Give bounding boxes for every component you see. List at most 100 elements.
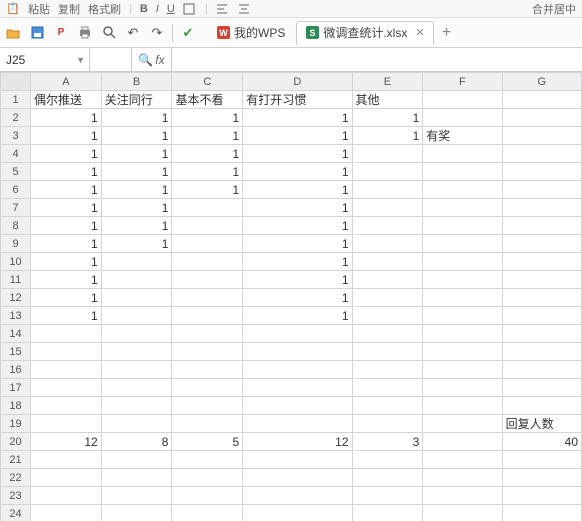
cell[interactable]: 1 xyxy=(172,145,243,163)
cell[interactable] xyxy=(352,181,423,199)
cell[interactable]: 1 xyxy=(243,253,352,271)
cell[interactable]: 1 xyxy=(243,181,352,199)
cell[interactable] xyxy=(101,415,172,433)
cell[interactable] xyxy=(352,289,423,307)
cell[interactable] xyxy=(243,361,352,379)
cell[interactable] xyxy=(502,91,581,109)
cell[interactable] xyxy=(352,505,423,521)
cell[interactable] xyxy=(502,199,581,217)
cell[interactable] xyxy=(352,397,423,415)
tab-my-wps[interactable]: W 我的WPS xyxy=(207,21,294,45)
cell[interactable]: 1 xyxy=(243,199,352,217)
cell[interactable] xyxy=(502,235,581,253)
cell[interactable]: 1 xyxy=(101,235,172,253)
cell[interactable] xyxy=(172,217,243,235)
cell[interactable] xyxy=(31,415,102,433)
cell[interactable] xyxy=(243,505,352,521)
cell[interactable]: 1 xyxy=(31,145,102,163)
cell[interactable] xyxy=(352,307,423,325)
add-tab-button[interactable]: + xyxy=(436,22,458,44)
cell[interactable] xyxy=(423,91,502,109)
cell[interactable] xyxy=(423,361,502,379)
underline-button[interactable]: U xyxy=(167,3,175,15)
fx-button[interactable]: 🔍 fx xyxy=(132,48,172,71)
cell[interactable] xyxy=(172,415,243,433)
cell[interactable] xyxy=(352,235,423,253)
cell[interactable] xyxy=(172,289,243,307)
cell[interactable]: 1 xyxy=(172,127,243,145)
cell[interactable] xyxy=(423,109,502,127)
cell[interactable] xyxy=(243,397,352,415)
cell[interactable] xyxy=(352,163,423,181)
cell[interactable] xyxy=(243,469,352,487)
cell[interactable]: 1 xyxy=(31,253,102,271)
cell[interactable]: 1 xyxy=(31,109,102,127)
print-icon[interactable] xyxy=(76,24,94,42)
cell[interactable] xyxy=(423,469,502,487)
format-painter-label[interactable]: 格式刷 xyxy=(88,1,121,17)
cell[interactable]: 5 xyxy=(172,433,243,451)
cell[interactable] xyxy=(101,271,172,289)
cell[interactable]: 1 xyxy=(31,163,102,181)
cell[interactable]: 其他 xyxy=(352,91,423,109)
cell[interactable]: 1 xyxy=(243,145,352,163)
cell[interactable] xyxy=(31,397,102,415)
close-icon[interactable]: ✕ xyxy=(415,26,424,39)
cell[interactable] xyxy=(423,253,502,271)
cell[interactable]: 1 xyxy=(31,199,102,217)
row-header[interactable]: 20 xyxy=(1,433,31,451)
cell[interactable]: 1 xyxy=(352,127,423,145)
cell[interactable] xyxy=(31,325,102,343)
column-header[interactable]: C xyxy=(172,73,243,91)
cell[interactable] xyxy=(352,271,423,289)
cell[interactable] xyxy=(31,343,102,361)
cell[interactable] xyxy=(172,361,243,379)
row-header[interactable]: 18 xyxy=(1,397,31,415)
cell[interactable]: 有打开习惯 xyxy=(243,91,352,109)
cell[interactable]: 1 xyxy=(31,217,102,235)
cell[interactable]: 3 xyxy=(352,433,423,451)
cell[interactable] xyxy=(423,379,502,397)
cell[interactable] xyxy=(101,469,172,487)
print-preview-icon[interactable] xyxy=(100,24,118,42)
cell[interactable]: 有奖 xyxy=(423,127,502,145)
cell[interactable]: 1 xyxy=(352,109,423,127)
cell[interactable] xyxy=(423,433,502,451)
cell[interactable] xyxy=(172,253,243,271)
cell[interactable] xyxy=(31,487,102,505)
cell[interactable]: 1 xyxy=(172,181,243,199)
cell[interactable] xyxy=(502,271,581,289)
cell[interactable]: 1 xyxy=(243,127,352,145)
cell[interactable]: 40 xyxy=(502,433,581,451)
cell[interactable] xyxy=(352,253,423,271)
cell[interactable] xyxy=(101,451,172,469)
cell[interactable] xyxy=(423,415,502,433)
cell[interactable]: 1 xyxy=(101,199,172,217)
cell[interactable] xyxy=(502,343,581,361)
cell[interactable] xyxy=(502,397,581,415)
cell[interactable] xyxy=(101,325,172,343)
checkmark-icon[interactable]: ✔ xyxy=(179,24,197,42)
cell[interactable] xyxy=(172,325,243,343)
cell[interactable] xyxy=(502,469,581,487)
cell[interactable] xyxy=(172,199,243,217)
column-header[interactable]: G xyxy=(502,73,581,91)
row-header[interactable]: 11 xyxy=(1,271,31,289)
cell[interactable]: 1 xyxy=(101,181,172,199)
cell[interactable] xyxy=(423,181,502,199)
cell[interactable] xyxy=(423,505,502,521)
cell[interactable] xyxy=(502,505,581,521)
cell[interactable] xyxy=(172,487,243,505)
cell[interactable] xyxy=(243,379,352,397)
cell[interactable] xyxy=(423,307,502,325)
cell[interactable] xyxy=(502,451,581,469)
row-header[interactable]: 23 xyxy=(1,487,31,505)
cell[interactable]: 1 xyxy=(243,289,352,307)
cell[interactable]: 1 xyxy=(31,289,102,307)
cell[interactable] xyxy=(352,379,423,397)
italic-button[interactable]: I xyxy=(156,3,159,15)
cell[interactable]: 偶尔推送 xyxy=(31,91,102,109)
cell[interactable]: 1 xyxy=(31,271,102,289)
cell[interactable] xyxy=(243,325,352,343)
cell[interactable] xyxy=(172,397,243,415)
